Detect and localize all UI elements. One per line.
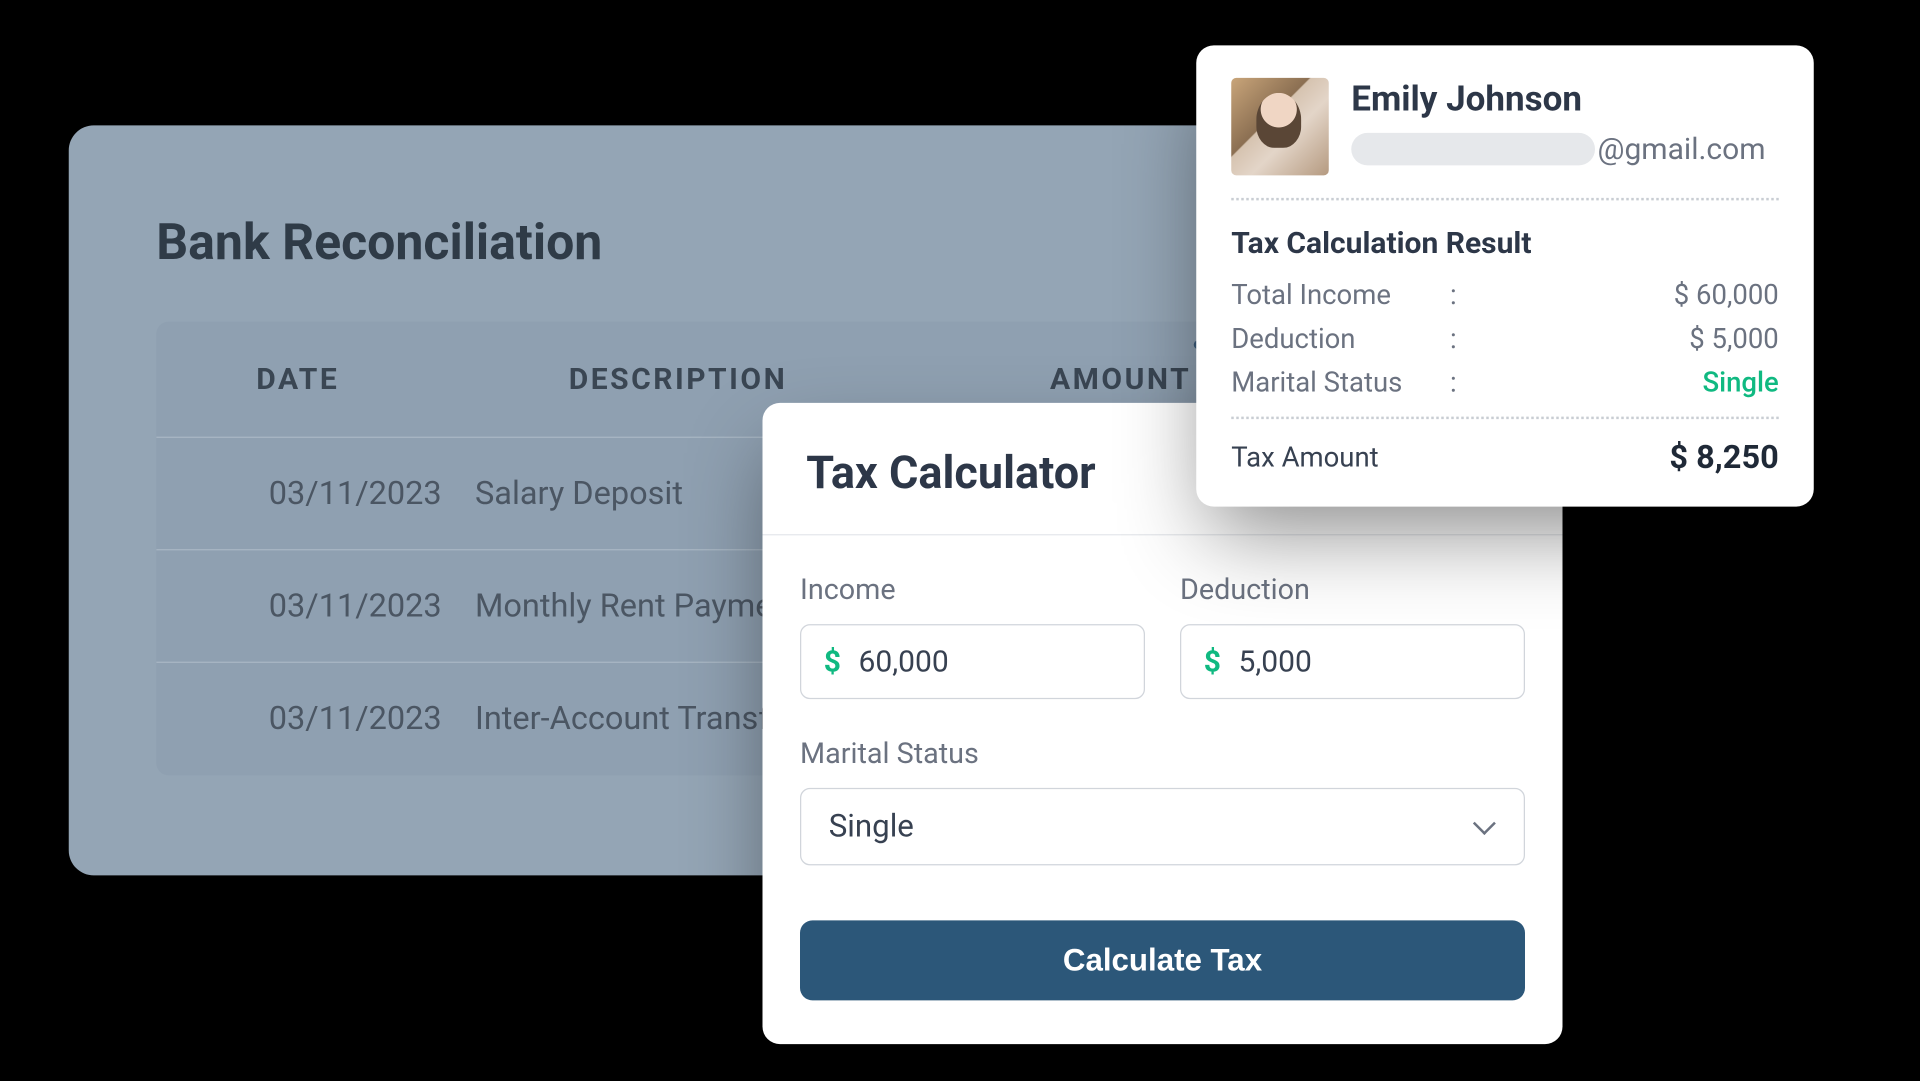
calculate-tax-button[interactable]: Calculate Tax: [800, 920, 1525, 1000]
marital-status-select[interactable]: Single: [800, 787, 1525, 865]
deduction-value: 5,000: [1238, 644, 1501, 679]
cell-date: 03/11/2023: [181, 587, 475, 625]
total-label: Tax Amount: [1231, 442, 1378, 473]
deduction-label: Deduction: [1180, 572, 1525, 606]
total-value: $ 8,250: [1669, 439, 1778, 477]
result-label: Total Income: [1231, 280, 1450, 311]
income-value: 60,000: [858, 644, 1121, 679]
result-total-row: Tax Amount $ 8,250: [1231, 439, 1779, 477]
result-row-income: Total Income : $ 60,000: [1231, 280, 1779, 311]
profile-email: @gmail.com: [1351, 131, 1779, 166]
avatar: [1231, 77, 1329, 175]
result-row-status: Marital Status : Single: [1231, 367, 1779, 398]
result-label: Marital Status: [1231, 367, 1450, 398]
marital-status-value: Single: [829, 808, 914, 844]
email-redacted: [1351, 132, 1595, 165]
result-label: Deduction: [1231, 324, 1450, 355]
cell-date: 03/11/2023: [181, 474, 475, 512]
result-value: $ 60,000: [1475, 280, 1779, 311]
cell-date: 03/11/2023: [181, 700, 475, 738]
chevron-down-icon: [1474, 815, 1497, 838]
colon: :: [1450, 280, 1475, 311]
result-row-deduction: Deduction : $ 5,000: [1231, 324, 1779, 355]
colon: :: [1450, 324, 1475, 355]
email-suffix: @gmail.com: [1598, 131, 1766, 166]
deduction-input[interactable]: $ 5,000: [1180, 624, 1525, 699]
header-description: DESCRIPTION: [450, 361, 1000, 396]
currency-icon: $: [1204, 644, 1221, 679]
result-value: $ 5,000: [1475, 324, 1779, 355]
header-date: DATE: [156, 361, 450, 396]
income-input[interactable]: $ 60,000: [800, 624, 1145, 699]
currency-icon: $: [824, 644, 841, 679]
colon: :: [1450, 367, 1475, 398]
result-value: Single: [1475, 367, 1779, 398]
divider: [1231, 416, 1779, 419]
income-label: Income: [800, 572, 1145, 606]
result-title: Tax Calculation Result: [1231, 225, 1779, 260]
profile-name: Emily Johnson: [1351, 77, 1779, 118]
marital-status-label: Marital Status: [800, 736, 1525, 770]
tax-result-card: Emily Johnson @gmail.com Tax Calculation…: [1196, 45, 1814, 506]
